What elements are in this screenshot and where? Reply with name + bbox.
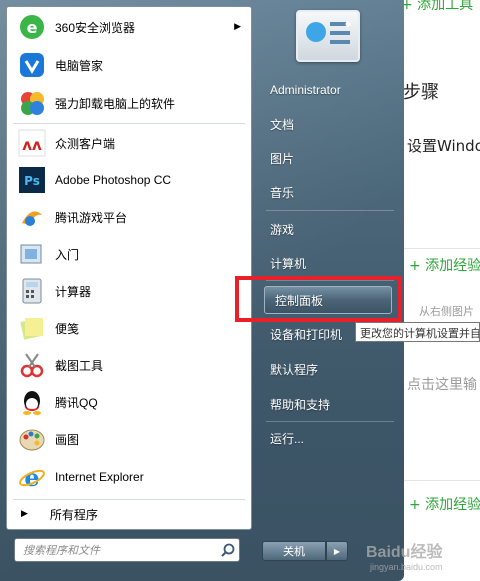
program-label: 便笺 [55,321,80,336]
program-item[interactable]: 腾讯游戏平台 [11,199,249,235]
all-programs-label: 所有程序 [49,507,98,522]
qq-icon [17,387,47,417]
add-experience-link[interactable]: + 添加经验 [409,494,480,514]
programs-pane: e 360安全浏览器 ▶ 电脑管家 强力卸载电脑上的软件 ʌʌ 众测客户端 Ps… [6,6,252,530]
pictures-link[interactable]: 图片 [260,144,400,172]
program-label: 截图工具 [55,358,104,373]
divider [401,248,480,249]
divider [401,480,480,481]
shutdown-options-icon[interactable]: ▶ [326,541,348,561]
search-icon[interactable] [217,539,239,561]
default-programs-link[interactable]: 默认程序 [260,355,400,383]
program-label: 画图 [55,432,80,447]
computer-link[interactable]: 计算机 [260,249,400,277]
tooltip: 更改您的计算机设置并自 [355,322,480,342]
program-item[interactable]: Ps Adobe Photoshop CC [11,162,249,198]
program-label: 计算器 [55,284,92,299]
run-link[interactable]: 运行... [260,424,400,452]
svg-text:e: e [27,18,38,37]
search-placeholder: 搜索程序和文件 [23,545,100,557]
svg-text:ʌʌ: ʌʌ [22,136,42,154]
program-label: 腾讯游戏平台 [55,210,128,225]
program-item[interactable]: 强力卸载电脑上的软件 [11,85,249,121]
program-item[interactable]: e 360安全浏览器 ▶ [11,9,249,45]
program-item[interactable]: 计算器 [11,273,249,309]
photoshop-icon: Ps [17,165,47,195]
sticky-notes-icon [17,313,47,343]
separator [13,123,245,124]
program-label: 强力卸载电脑上的软件 [55,96,176,111]
highlight-box [235,276,402,322]
add-experience-link[interactable]: + 添加经验 [409,255,480,275]
getting-started-icon [17,239,47,269]
program-label: Adobe Photoshop CC [55,173,172,187]
calculator-icon [17,276,47,306]
expand-arrow-icon: ▶ [21,509,28,519]
program-item[interactable]: 画图 [11,421,249,457]
zhongce-icon: ʌʌ [17,128,47,158]
submenu-arrow-icon[interactable]: ▶ [234,22,241,32]
program-label: 360安全浏览器 [55,20,136,35]
program-item[interactable]: 电脑管家 [11,47,249,83]
program-label: 电脑管家 [55,58,104,73]
program-item[interactable]: e Internet Explorer [11,459,249,495]
help-support-link[interactable]: 帮助和支持 [260,390,400,418]
shutdown-button[interactable]: 关机 [262,541,326,561]
program-label: Internet Explorer [55,470,144,484]
documents-link[interactable]: 文档 [260,110,400,138]
program-item[interactable]: ʌʌ 众测客户端 [11,125,249,161]
program-label: 腾讯QQ [55,395,98,410]
program-label: 众测客户端 [55,136,116,151]
paint-icon [17,424,47,454]
pc-manager-icon [17,50,47,80]
watermark-logo: Baidu经验 [366,544,443,561]
program-item[interactable]: 腾讯QQ [11,384,249,420]
program-label: 入门 [55,247,80,262]
games-link[interactable]: 游戏 [260,215,400,243]
internet-explorer-icon: e [17,462,47,492]
music-link[interactable]: 音乐 [260,178,400,206]
360-browser-icon: e [17,12,47,42]
step-text: 设置Windo [407,137,480,155]
step-heading: 步骤 [403,82,439,103]
snipping-tool-icon [17,350,47,380]
watermark-url: jingyan.baidu.com [370,562,443,572]
program-item[interactable]: 截图工具 [11,347,249,383]
uninstall-icon [17,88,47,118]
drag-hint-text: 从右侧图片 [419,305,474,318]
user-picture[interactable] [296,10,360,62]
tencent-games-icon [17,202,47,232]
background-web-page: + 添加工具 步骤 设置Windo + 添加经验 从右侧图片 点击这里输 + 添… [400,0,480,581]
all-programs-button[interactable]: ▶ 所有程序 [13,503,245,525]
program-item[interactable]: 入门 [11,236,249,272]
search-input[interactable]: 搜索程序和文件 [14,538,240,562]
separator [13,499,245,500]
separator [266,421,394,422]
svg-text:Ps: Ps [24,174,40,188]
svg-text:e: e [24,463,39,491]
add-tool-link[interactable]: + 添加工具 [401,0,480,14]
separator [266,210,394,211]
click-input-hint[interactable]: 点击这里输 [407,374,480,394]
user-name-link[interactable]: Administrator [260,76,400,104]
program-item[interactable]: 便笺 [11,310,249,346]
